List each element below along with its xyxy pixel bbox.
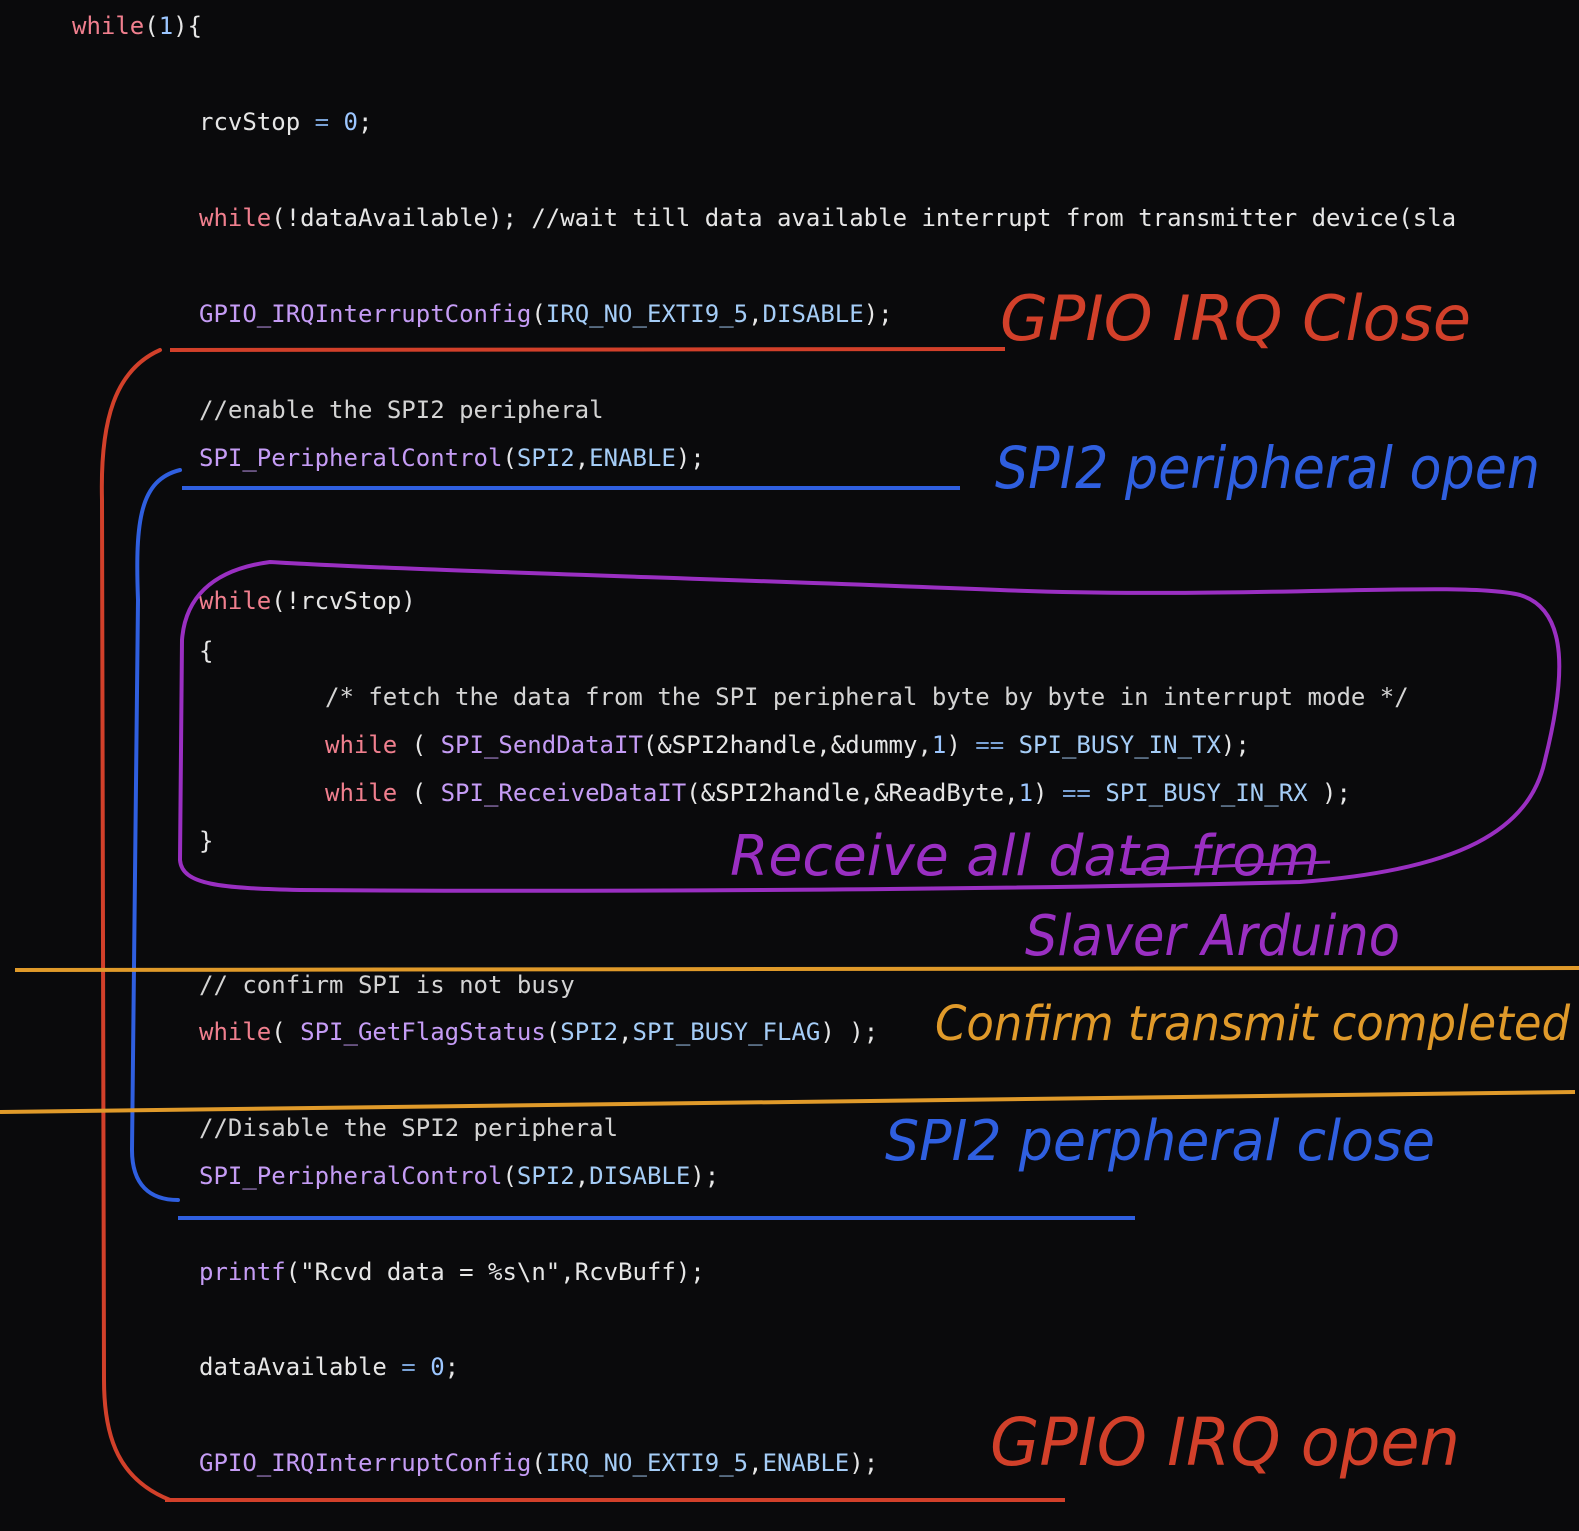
handwritten-annotations: GPIO IRQ Close SPI2 peripheral open Rece… (0, 282, 1579, 1502)
annotation-spi-close: SPI2 perpheral close (885, 1109, 1435, 1174)
annotation-receive-2: Slaver Arduino (1025, 904, 1400, 969)
annotation-receive-1: Receive all data from (730, 824, 1320, 889)
blue-bracket (129, 468, 182, 1202)
annotation-gpio-open: GPIO IRQ open (990, 1404, 1460, 1481)
annotation-spi-open: SPI2 peripheral open (995, 434, 1540, 502)
red-underline-disable (169, 347, 1006, 352)
annotation-gpio-close: GPIO IRQ Close (1000, 282, 1471, 355)
annotation-confirm: Confirm transmit completed (935, 996, 1570, 1052)
